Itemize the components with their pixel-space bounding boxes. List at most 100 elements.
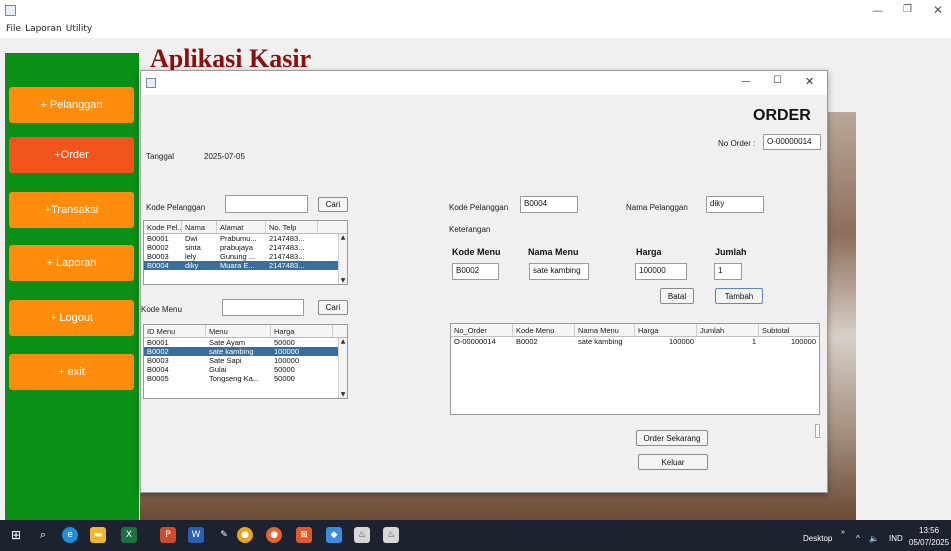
- right-kode-pelanggan-field[interactable]: B0004: [520, 196, 578, 213]
- nama-pelanggan-field[interactable]: diky: [706, 196, 764, 213]
- column-header[interactable]: Jumlah: [697, 324, 759, 336]
- table-cell: B0003: [147, 252, 169, 261]
- cari-pelanggan-button[interactable]: Cari: [318, 197, 348, 212]
- kode-menu-label: Kode Menu: [141, 305, 182, 314]
- xampp-icon[interactable]: ⊠: [296, 527, 312, 543]
- column-header[interactable]: Nama Menu: [575, 324, 635, 336]
- table-row[interactable]: B0003 lely Gunung ... 2147483...: [144, 252, 347, 261]
- table-cell: B0004: [147, 365, 169, 374]
- dialog-close-icon[interactable]: ✕: [805, 75, 814, 88]
- sidebar-item-logout[interactable]: + Logout: [9, 300, 134, 336]
- column-header[interactable]: Subtotal: [759, 324, 819, 336]
- firefox-icon[interactable]: ●: [266, 527, 282, 543]
- column-header[interactable]: Nama: [182, 221, 217, 233]
- table-cell: 50000: [274, 365, 295, 374]
- kode-menu-field[interactable]: B0002: [452, 263, 499, 280]
- table-row[interactable]: B0004 Gulai 50000: [144, 365, 347, 374]
- powerpoint-icon[interactable]: P: [160, 527, 176, 543]
- scroll-up-icon[interactable]: ▲: [339, 234, 347, 241]
- language-indicator[interactable]: IND: [889, 534, 903, 543]
- no-order-field[interactable]: O-00000014: [763, 134, 821, 150]
- sidebar-item-transaksi[interactable]: +Transaksi: [9, 192, 134, 228]
- app-icon[interactable]: ✎: [216, 527, 232, 543]
- table-row-selected[interactable]: B0002 sate kambing 100000: [144, 347, 347, 356]
- column-header[interactable]: ID Menu: [144, 325, 206, 337]
- column-header[interactable]: Harga: [635, 324, 697, 336]
- scroll-down-icon[interactable]: ▼: [339, 391, 347, 398]
- kode-menu-search-input[interactable]: [222, 299, 304, 316]
- entry-header-nama-menu: Nama Menu: [528, 247, 579, 257]
- nama-menu-field[interactable]: sate kambing: [529, 263, 589, 280]
- table-row[interactable]: B0002 sinta prabujaya 2147483...: [144, 243, 347, 252]
- volume-icon[interactable]: 🔈: [869, 534, 879, 543]
- java-app-icon: [5, 5, 16, 16]
- table-row[interactable]: B0003 Sate Sapi 100000: [144, 356, 347, 365]
- tambah-button[interactable]: Tambah: [715, 288, 763, 304]
- column-header[interactable]: Kode Menu: [513, 324, 575, 336]
- main-titlebar: — ❐ ✕: [0, 0, 951, 22]
- column-header[interactable]: Harga: [271, 325, 333, 337]
- pelanggan-table-scrollbar[interactable]: ▲ ▼: [338, 234, 347, 284]
- excel-icon[interactable]: X: [121, 527, 137, 543]
- desktop-toolbar-label[interactable]: Desktop: [803, 534, 832, 543]
- table-cell: 1: [751, 337, 756, 346]
- windows-start-icon[interactable]: ⊞: [8, 527, 24, 543]
- sidebar-item-pelanggan[interactable]: + Pelanggan: [9, 87, 134, 123]
- entry-header-jumlah: Jumlah: [715, 247, 747, 257]
- menu-table-scrollbar[interactable]: ▲ ▼: [338, 338, 347, 398]
- clock-time[interactable]: 13:56: [919, 526, 939, 535]
- order-sekarang-button[interactable]: Order Sekarang: [636, 430, 708, 446]
- virtualbox-icon[interactable]: ◆: [326, 527, 342, 543]
- column-header[interactable]: Kode Pel...: [144, 221, 182, 233]
- column-header[interactable]: Alamat: [217, 221, 266, 233]
- table-cell: B0003: [147, 356, 169, 365]
- order-table[interactable]: No_Order Kode Menu Nama Menu Harga Jumla…: [450, 323, 820, 415]
- sidebar-item-exit[interactable]: + exit: [9, 354, 134, 390]
- scroll-down-icon[interactable]: ▼: [339, 277, 347, 284]
- batal-button[interactable]: Batal: [660, 288, 694, 304]
- table-row-selected[interactable]: B0004 diky Muara E... 2147483...: [144, 261, 347, 270]
- dialog-minimize-icon[interactable]: —: [741, 76, 751, 87]
- jumlah-field[interactable]: 1: [714, 263, 742, 280]
- column-header[interactable]: No. Telp: [266, 221, 318, 233]
- table-row[interactable]: B0001 Sate Ayam 50000: [144, 338, 347, 347]
- word-icon[interactable]: W: [188, 527, 204, 543]
- nama-pelanggan-label: Nama Pelanggan: [626, 203, 688, 212]
- clock-date[interactable]: 05/07/2025: [909, 538, 949, 547]
- table-cell: 2147483...: [269, 252, 305, 261]
- chevron-up-icon[interactable]: ^: [856, 534, 860, 543]
- pelanggan-table[interactable]: Kode Pel... Nama Alamat No. Telp B0001 D…: [143, 220, 348, 285]
- table-row[interactable]: O-00000014 B0002 sate kambing 100000 1 1…: [451, 337, 819, 346]
- table-row[interactable]: B0005 Tongseng Ka... 50000: [144, 374, 347, 383]
- java-app-icon[interactable]: ♨: [354, 527, 370, 543]
- menu-file[interactable]: File: [0, 22, 23, 34]
- entry-header-kode-menu: Kode Menu: [452, 247, 501, 257]
- keluar-button[interactable]: Keluar: [638, 454, 708, 470]
- kode-pelanggan-search-input[interactable]: [225, 195, 308, 213]
- cari-menu-button[interactable]: Cari: [318, 300, 348, 315]
- table-row[interactable]: B0001 Dwi Prabumu... 2147483...: [144, 234, 347, 243]
- table-cell: Sate Ayam: [209, 338, 246, 347]
- harga-field[interactable]: 100000: [635, 263, 687, 280]
- chrome-icon[interactable]: ●: [237, 527, 253, 543]
- column-header[interactable]: No_Order: [451, 324, 513, 336]
- edge-browser-icon[interactable]: e: [62, 527, 78, 543]
- menu-utility[interactable]: Utility: [64, 22, 94, 34]
- sidebar-item-order[interactable]: +Order: [9, 137, 134, 173]
- table-cell: B0001: [147, 338, 169, 347]
- java-app-active-icon[interactable]: ♨: [383, 527, 399, 543]
- menu-table[interactable]: ID Menu Menu Harga B0001 Sate Ayam 50000…: [143, 324, 348, 399]
- file-explorer-icon[interactable]: ▬: [90, 527, 106, 543]
- search-icon[interactable]: ⌕: [35, 527, 51, 543]
- table-cell: 50000: [274, 374, 295, 383]
- menu-laporan[interactable]: Laporan: [23, 22, 64, 34]
- restore-icon[interactable]: ❐: [903, 4, 912, 15]
- toolbar-overflow-icon[interactable]: »: [841, 529, 845, 536]
- minimize-icon[interactable]: —: [872, 4, 883, 17]
- column-header[interactable]: Menu: [206, 325, 271, 337]
- dialog-maximize-icon[interactable]: ☐: [773, 75, 782, 86]
- pelanggan-table-header: Kode Pel... Nama Alamat No. Telp: [144, 221, 347, 234]
- sidebar-item-laporan[interactable]: + Laporan: [9, 245, 134, 281]
- scroll-up-icon[interactable]: ▲: [339, 338, 347, 345]
- close-icon[interactable]: ✕: [933, 3, 943, 17]
